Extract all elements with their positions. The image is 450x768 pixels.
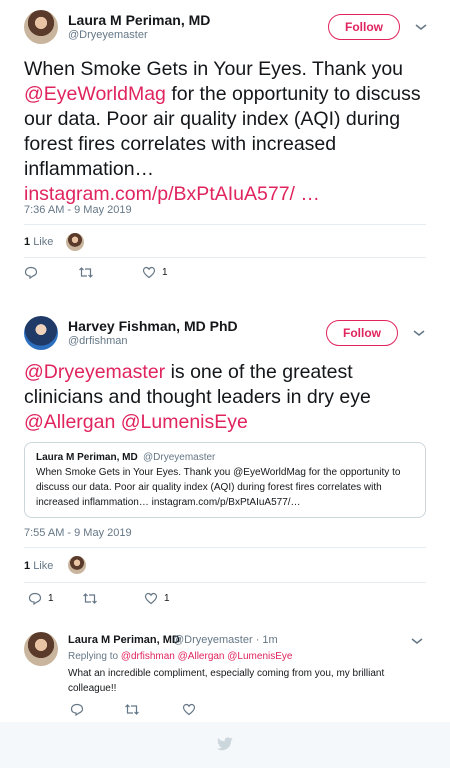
author-name[interactable]: Laura M Periman, MD (68, 12, 210, 28)
reply-icon (28, 592, 42, 605)
replying-to-label: Replying to (68, 651, 119, 662)
follow-button[interactable]: Follow (328, 14, 400, 40)
chevron-down-icon[interactable] (414, 22, 428, 32)
retweet-icon (83, 593, 97, 604)
likes-number: 1 (24, 560, 31, 572)
like-action[interactable] (182, 703, 196, 716)
mention-link[interactable]: @Allergan (24, 411, 115, 433)
reply-action[interactable] (24, 266, 38, 279)
replying-to: Replying to @drfishman @Allergan @Lumeni… (68, 651, 292, 662)
instagram-link[interactable]: instagram.com/p/BxPtAIuA577/ … (24, 183, 320, 205)
quote-author-handle: @Dryeyemaster (143, 452, 216, 463)
liker-avatar[interactable] (68, 556, 86, 574)
divider (24, 547, 426, 548)
likes-number: 1 (24, 236, 31, 248)
mention-link[interactable]: @drfishman (121, 651, 175, 662)
heart-icon (182, 703, 196, 716)
likes-count[interactable]: 1 Like (24, 236, 53, 248)
author-handle[interactable]: @drfishman (68, 335, 127, 347)
likes-count[interactable]: 1 Like (24, 560, 53, 572)
avatar[interactable] (24, 632, 58, 666)
twitter-bird-icon (217, 737, 233, 751)
reply-icon (24, 266, 38, 279)
like-count: 1 (162, 267, 168, 278)
divider (24, 257, 426, 258)
mention-link[interactable]: @Allergan (178, 651, 225, 662)
tweet-text-part: When Smoke Gets in Your Eyes. Thank you (24, 58, 404, 80)
author-handle-time[interactable]: @Dryeyemaster · 1m (173, 634, 278, 646)
like-count: 1 (164, 593, 170, 604)
retweet-action[interactable] (124, 703, 140, 716)
divider (24, 582, 426, 583)
avatar[interactable] (24, 10, 58, 44)
like-action[interactable]: 1 (144, 592, 170, 605)
author-handle[interactable]: @Dryeyemaster (68, 29, 148, 41)
author-name[interactable]: Laura M Periman, MD (68, 634, 180, 646)
tweet-text: When Smoke Gets in Your Eyes. Thank you … (24, 57, 424, 207)
divider (24, 224, 426, 225)
footer-bar (0, 722, 450, 768)
quoted-tweet[interactable]: Laura M Periman, MD @Dryeyemaster When S… (24, 442, 426, 518)
reply-time: · 1m (255, 634, 278, 646)
mention-link[interactable]: @LumenisEye (121, 411, 248, 433)
reply-icon (70, 703, 84, 716)
tweet-text: @Dryeyemaster is one of the greatest cli… (24, 360, 424, 435)
retweet-action[interactable] (78, 266, 94, 279)
reply-action[interactable]: 1 (28, 592, 54, 605)
avatar[interactable] (24, 316, 58, 350)
quote-text: When Smoke Gets in Your Eyes. Thank you … (36, 467, 401, 508)
chevron-down-icon[interactable] (410, 636, 424, 646)
tweet-timestamp[interactable]: 7:55 AM - 9 May 2019 (24, 527, 132, 539)
quote-author-name: Laura M Periman, MD (36, 452, 138, 463)
reply-text: What an incredible compliment, especiall… (68, 668, 385, 694)
reply-count: 1 (48, 593, 54, 604)
tweet-timestamp[interactable]: 7:36 AM - 9 May 2019 (24, 204, 132, 216)
like-action[interactable]: 1 (142, 266, 168, 279)
retweet-action[interactable] (82, 592, 98, 605)
author-name[interactable]: Harvey Fishman, MD PhD (68, 318, 238, 334)
chevron-down-icon[interactable] (412, 328, 426, 338)
retweet-icon (125, 704, 139, 715)
heart-icon (142, 266, 156, 279)
likes-label: Like (33, 560, 54, 572)
mention-link[interactable]: @LumenisEye (227, 651, 292, 662)
retweet-icon (79, 267, 93, 278)
follow-button[interactable]: Follow (326, 320, 398, 346)
likes-label: Like (33, 236, 54, 248)
mention-link[interactable]: @EyeWorldMag (24, 83, 166, 105)
reply-action[interactable] (70, 703, 84, 716)
mention-link[interactable]: @Dryeyemaster (24, 361, 165, 383)
heart-icon (144, 592, 158, 605)
author-handle: @Dryeyemaster (173, 634, 253, 646)
liker-avatar[interactable] (66, 233, 84, 251)
